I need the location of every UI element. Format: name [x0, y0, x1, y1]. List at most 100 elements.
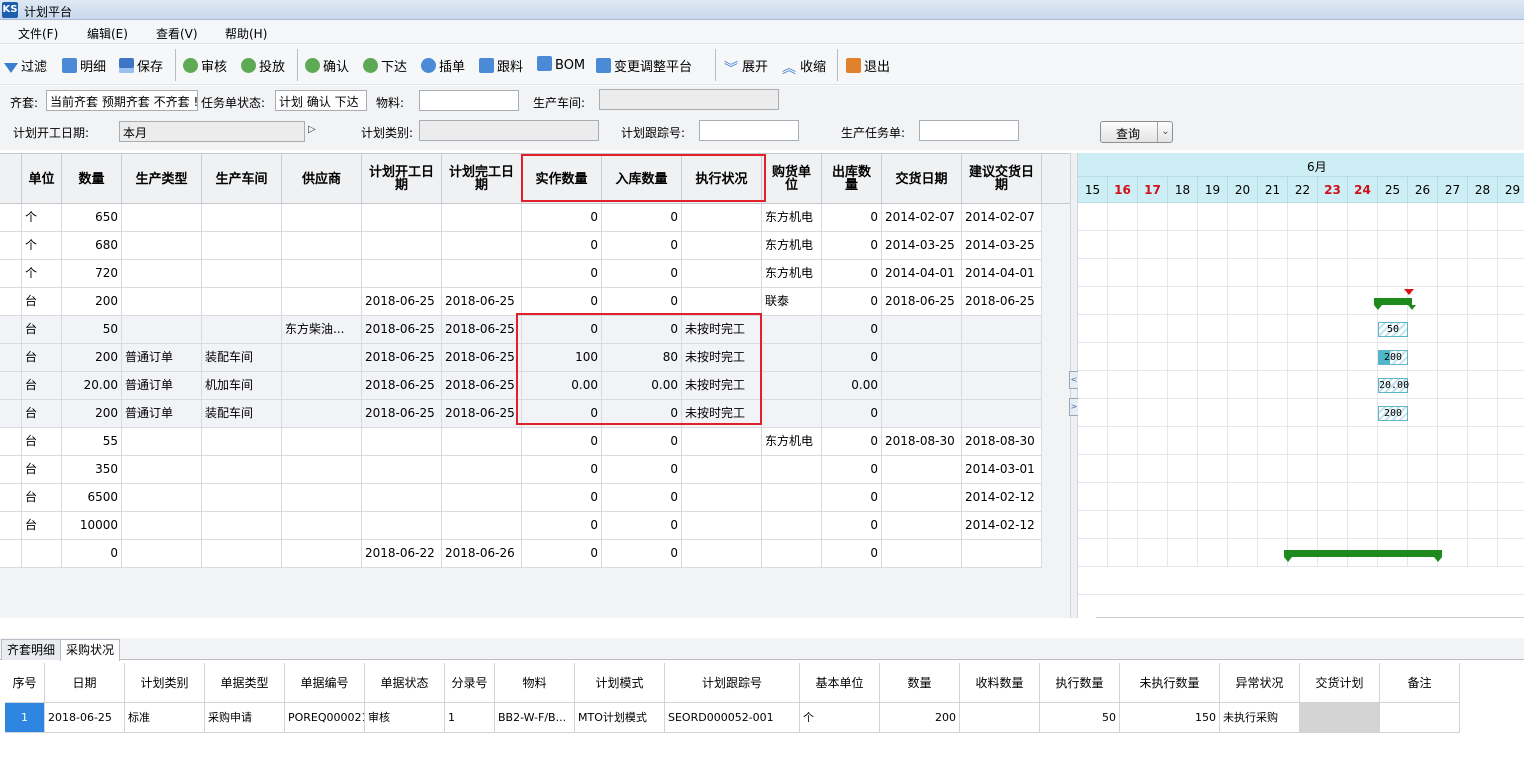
cell-outstock-qty[interactable]: 0	[822, 540, 882, 568]
purchase-cell-delivery-plan[interactable]	[1300, 703, 1380, 733]
cell-plan-start[interactable]	[362, 232, 442, 260]
cell-unit[interactable]	[22, 540, 62, 568]
cell-exec-status[interactable]	[682, 288, 762, 316]
cell-plan-end[interactable]	[442, 428, 522, 456]
cell-actual-qty[interactable]: 100	[522, 344, 602, 372]
cell-unit[interactable]: 台	[22, 372, 62, 400]
purchase-cell-base-unit[interactable]: 个	[800, 703, 880, 733]
cell-unit[interactable]: 台	[22, 428, 62, 456]
table-row[interactable]: 台 50 东方柴油... 2018-06-25 2018-06-25 0 0 未按时完工 0	[0, 316, 1042, 344]
purchase-cell-track-no[interactable]: SEORD000052-001	[665, 703, 800, 733]
cell-workshop[interactable]: 装配车间	[202, 344, 282, 372]
cell-outstock-qty[interactable]: 0	[822, 232, 882, 260]
purchase-cell-unexec-qty[interactable]: 150	[1120, 703, 1220, 733]
cell-exec-status[interactable]: 未按时完工	[682, 316, 762, 344]
cell-suggest-delivery-date[interactable]	[962, 316, 1042, 344]
cell-instock-qty[interactable]: 0	[602, 512, 682, 540]
cell-qty[interactable]: 10000	[62, 512, 122, 540]
table-row[interactable]: 台 350 0 0 0 2014-03-01	[0, 456, 1042, 484]
cell-supplier[interactable]: 东方柴油...	[282, 316, 362, 344]
cell-plan-end[interactable]	[442, 484, 522, 512]
cell-delivery-date[interactable]	[882, 512, 962, 540]
purchase-header-remark[interactable]: 备注	[1380, 663, 1460, 703]
cell-workshop[interactable]: 机加车间	[202, 372, 282, 400]
cell-workshop[interactable]	[202, 428, 282, 456]
cell-exec-status[interactable]: 未按时完工	[682, 344, 762, 372]
cell-delivery-date[interactable]: 2014-02-07	[882, 204, 962, 232]
row-indicator[interactable]	[0, 260, 22, 288]
cell-unit[interactable]: 个	[22, 204, 62, 232]
purchase-header-doc-no[interactable]: 单据编号	[285, 663, 365, 703]
cell-buyer[interactable]	[762, 484, 822, 512]
cell-outstock-qty[interactable]: 0	[822, 484, 882, 512]
header-actual-qty[interactable]: 实作数量	[522, 154, 602, 204]
cell-suggest-delivery-date[interactable]: 2014-02-12	[962, 512, 1042, 540]
cell-suggest-delivery-date[interactable]: 2018-06-25	[962, 288, 1042, 316]
cell-instock-qty[interactable]: 0	[602, 288, 682, 316]
detail-button[interactable]: 明细	[62, 56, 106, 75]
table-row[interactable]: 台 6500 0 0 0 2014-02-12	[0, 484, 1042, 512]
cell-instock-qty[interactable]: 0	[602, 400, 682, 428]
cell-instock-qty[interactable]: 0	[602, 456, 682, 484]
gantt-task-box[interactable]: 20.00	[1378, 378, 1409, 393]
cell-actual-qty[interactable]: 0	[522, 204, 602, 232]
tab-purchase-status[interactable]: 采购状况	[60, 639, 121, 661]
table-row[interactable]: 台 200 普通订单 装配车间 2018-06-25 2018-06-25 0 0 未按时完工 0	[0, 400, 1042, 428]
header-plan-end[interactable]: 计划完工日期	[442, 154, 522, 204]
cell-workshop[interactable]	[202, 232, 282, 260]
filter-button[interactable]: 过滤	[4, 56, 47, 75]
cell-exec-status[interactable]	[682, 204, 762, 232]
cell-unit[interactable]: 个	[22, 232, 62, 260]
cell-delivery-date[interactable]	[882, 540, 962, 568]
cell-exec-status[interactable]	[682, 232, 762, 260]
cell-delivery-date[interactable]: 2014-03-25	[882, 232, 962, 260]
cell-suggest-delivery-date[interactable]: 2014-03-01	[962, 456, 1042, 484]
row-indicator[interactable]	[0, 484, 22, 512]
cell-delivery-date[interactable]	[882, 456, 962, 484]
cell-unit[interactable]: 台	[22, 456, 62, 484]
header-workshop[interactable]: 生产车间	[202, 154, 282, 204]
menu-file[interactable]: 文件(F)	[18, 25, 58, 42]
cell-actual-qty[interactable]: 0	[522, 456, 602, 484]
cell-plan-end[interactable]: 2018-06-26	[442, 540, 522, 568]
cell-delivery-date[interactable]	[882, 400, 962, 428]
cell-plan-start[interactable]: 2018-06-25	[362, 400, 442, 428]
cell-plan-start[interactable]	[362, 484, 442, 512]
header-qty[interactable]: 数量	[62, 154, 122, 204]
cell-buyer[interactable]	[762, 456, 822, 484]
cell-plan-end[interactable]	[442, 232, 522, 260]
purchase-header-received-qty[interactable]: 收料数量	[960, 663, 1040, 703]
purchase-header-plan-type[interactable]: 计划类别	[125, 663, 205, 703]
panel-splitter[interactable]: < >	[1069, 153, 1079, 618]
cell-supplier[interactable]	[282, 512, 362, 540]
cell-supplier[interactable]	[282, 372, 362, 400]
purchase-header-track-no[interactable]: 计划跟踪号	[665, 663, 800, 703]
cell-delivery-date[interactable]	[882, 316, 962, 344]
row-indicator[interactable]	[0, 288, 22, 316]
cell-workshop[interactable]	[202, 204, 282, 232]
cell-unit[interactable]: 台	[22, 316, 62, 344]
cell-prod-type[interactable]	[122, 540, 202, 568]
cell-suggest-delivery-date[interactable]	[962, 540, 1042, 568]
cell-prod-type[interactable]: 普通订单	[122, 372, 202, 400]
cell-delivery-date[interactable]	[882, 484, 962, 512]
cell-qty[interactable]: 6500	[62, 484, 122, 512]
cell-exec-status[interactable]	[682, 540, 762, 568]
cell-prod-type[interactable]	[122, 288, 202, 316]
cell-qty[interactable]: 680	[62, 232, 122, 260]
cell-exec-status[interactable]: 未按时完工	[682, 400, 762, 428]
purchase-cell-material[interactable]: BB2-W-F/B...	[495, 703, 575, 733]
cell-unit[interactable]: 台	[22, 288, 62, 316]
expand-button[interactable]: ︾ 展开	[724, 56, 768, 76]
row-indicator[interactable]	[0, 456, 22, 484]
cell-delivery-date[interactable]	[882, 372, 962, 400]
cell-qty[interactable]: 200	[62, 344, 122, 372]
cell-unit[interactable]: 台	[22, 512, 62, 540]
row-indicator[interactable]	[0, 400, 22, 428]
cell-workshop[interactable]	[202, 316, 282, 344]
cell-plan-end[interactable]	[442, 456, 522, 484]
query-button[interactable]: 查询 ⌄	[1100, 121, 1173, 143]
cell-actual-qty[interactable]: 0	[522, 540, 602, 568]
cell-suggest-delivery-date[interactable]: 2014-04-01	[962, 260, 1042, 288]
purchase-cell-seq[interactable]: 1	[5, 703, 45, 733]
